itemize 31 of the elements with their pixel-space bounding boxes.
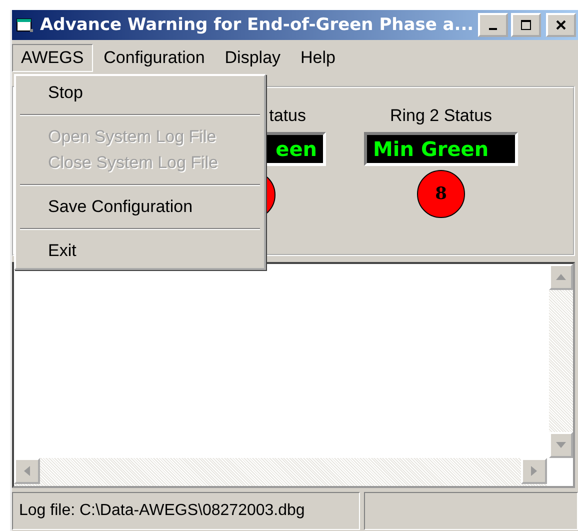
signal-indicator: 8 — [417, 170, 465, 218]
scroll-right-button[interactable] — [521, 458, 547, 484]
menu-command[interactable]: Exit — [18, 238, 262, 264]
menu-item[interactable]: Display — [216, 44, 290, 72]
window-icon — [16, 17, 34, 33]
ring-status-label: tatus — [269, 106, 306, 127]
up-arrow-icon — [556, 274, 566, 280]
scroll-left-button[interactable] — [14, 458, 40, 484]
ring-status-label: Ring 2 Status — [390, 106, 492, 127]
vertical-scrollbar[interactable] — [549, 264, 573, 458]
status-display: Min Green — [364, 132, 518, 166]
status-bar-log-file: Log file: C:\Data-AWEGS\08272003.dbg — [12, 492, 360, 530]
close-icon — [555, 19, 567, 31]
right-arrow-icon — [531, 466, 537, 476]
window-title: Advance Warning for End-of-Green Phase a... — [40, 15, 475, 35]
close-button[interactable] — [546, 13, 576, 37]
menu-item[interactable]: Help — [292, 44, 344, 72]
left-arrow-icon — [24, 466, 30, 476]
horizontal-scrollbar[interactable] — [14, 458, 547, 486]
maximize-icon — [520, 19, 532, 31]
menu-command[interactable]: Stop — [18, 80, 262, 106]
menu-item[interactable]: AWEGS — [12, 44, 93, 72]
scroll-down-button[interactable] — [549, 432, 573, 458]
scroll-up-button[interactable] — [549, 264, 573, 290]
minimize-icon — [489, 28, 497, 30]
log-text-area[interactable] — [12, 262, 575, 488]
down-arrow-icon — [556, 442, 566, 448]
menu-command[interactable]: Save Configuration — [18, 194, 262, 220]
maximize-button[interactable] — [511, 13, 541, 37]
minimize-button[interactable] — [478, 13, 508, 37]
menu-item[interactable]: Configuration — [94, 44, 214, 72]
